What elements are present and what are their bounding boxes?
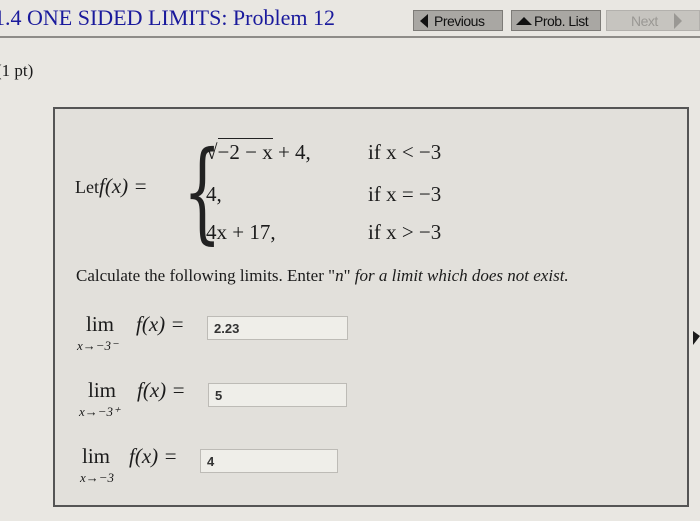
let-prefix: Let — [75, 177, 99, 197]
limit-1-subscript: x→−3⁻ — [77, 338, 118, 353]
points-label: (1 pt) — [0, 61, 34, 80]
limit-2-lim: lim — [88, 378, 117, 402]
next-button[interactable]: Next — [606, 10, 700, 31]
problem-list-button[interactable]: Prob. List — [511, 10, 601, 31]
function-name: f(x) = — [99, 174, 148, 198]
limit-1-function: f(x) = — [136, 312, 185, 336]
case-1-expression: √−2 − x + 4, — [206, 138, 311, 165]
limit-2-subscript: x→−3⁺ — [79, 404, 120, 419]
previous-button[interactable]: Previous — [413, 10, 503, 31]
limit-3-answer-input[interactable] — [200, 449, 338, 473]
limit-1-answer-input[interactable] — [207, 316, 348, 340]
triangle-right-icon — [673, 12, 682, 29]
limit-3-subscript: x→−3 — [80, 470, 115, 485]
instruction-text: Calculate the following limits. Enter "n… — [76, 266, 569, 285]
limit-1-lim: lim — [86, 312, 115, 336]
limit-3-lim: lim — [82, 444, 111, 468]
header-divider — [0, 36, 700, 38]
limit-2-function: f(x) = — [137, 378, 186, 402]
function-definition-label: Letf(x) = — [75, 174, 148, 199]
limit-3-function: f(x) = — [129, 444, 178, 468]
triangle-left-icon — [420, 13, 428, 28]
case-3-expression: 4x + 17, — [206, 220, 276, 244]
problem-list-label: Prob. List — [534, 12, 589, 29]
limit-2-answer-input[interactable] — [208, 383, 347, 407]
problem-title: 1.4 ONE SIDED LIMITS: Problem 12 — [0, 5, 335, 30]
triangle-up-icon — [516, 16, 532, 25]
sqrt-icon: √ — [206, 140, 218, 164]
case-2-expression: 4, — [206, 182, 222, 206]
previous-label: Previous — [434, 12, 485, 29]
case-1-condition: if x < −3 — [368, 140, 442, 164]
next-label: Next — [631, 12, 658, 29]
case-3-condition: if x > −3 — [368, 220, 442, 244]
sqrt-radicand: −2 − x — [217, 138, 273, 164]
mouse-cursor-icon — [693, 331, 700, 345]
case-1-rest: + 4, — [272, 140, 311, 164]
case-2-condition: if x = −3 — [368, 182, 442, 206]
